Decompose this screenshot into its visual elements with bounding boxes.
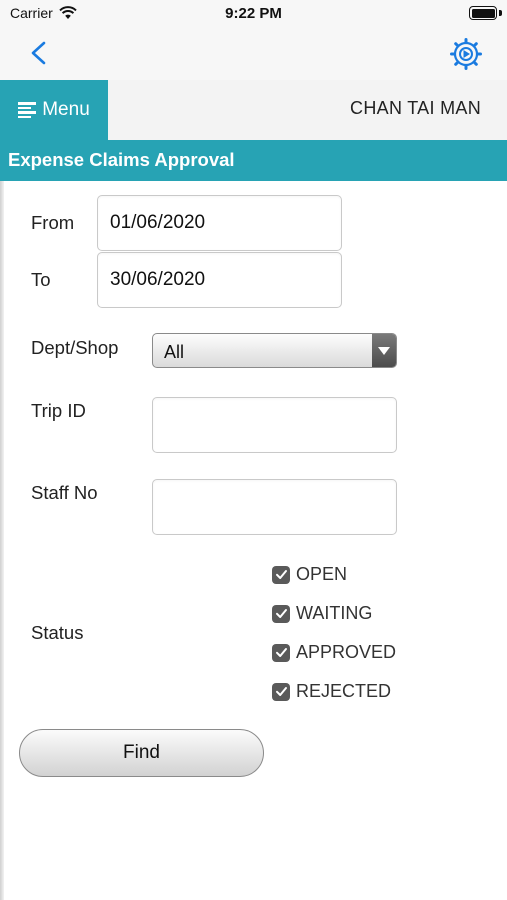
menu-label: Menu: [42, 99, 90, 120]
page-title: Expense Claims Approval: [8, 149, 235, 170]
left-edge-divider: [0, 181, 4, 900]
dept-label: Dept/Shop: [31, 337, 119, 358]
staff-no-input[interactable]: [152, 479, 397, 535]
status-label-open: OPEN: [296, 564, 348, 584]
status-checkbox-approved[interactable]: APPROVED: [272, 642, 396, 663]
battery-icon: [469, 6, 497, 20]
from-date-value: 01/06/2020: [110, 212, 206, 233]
title-bar: Expense Claims Approval: [0, 140, 507, 181]
from-label: From: [31, 212, 75, 233]
status-label-waiting: WAITING: [296, 603, 373, 623]
find-button-label: Find: [123, 742, 160, 763]
dept-select-value: All: [164, 342, 185, 362]
status-checkbox-rejected[interactable]: REJECTED: [272, 681, 391, 702]
status-time: 9:22 PM: [225, 5, 282, 22]
status-checkbox-open[interactable]: OPEN: [272, 564, 347, 585]
status-bar: Carrier 9:22 PM: [0, 0, 507, 26]
menu-button[interactable]: Menu: [0, 80, 108, 140]
checkbox-checked-icon: [272, 682, 290, 701]
to-date-field[interactable]: 30/06/2020: [97, 252, 342, 308]
from-date-field[interactable]: 01/06/2020: [97, 195, 342, 251]
navigation-bar: [0, 26, 507, 80]
trip-id-label: Trip ID: [31, 400, 86, 421]
chevron-left-icon[interactable]: [22, 36, 56, 70]
to-date-value: 30/06/2020: [110, 269, 206, 290]
checkbox-checked-icon: [272, 565, 290, 584]
user-name: CHAN TAI MAN: [350, 98, 481, 118]
status-checkbox-waiting[interactable]: WAITING: [272, 603, 372, 624]
staff-no-label: Staff No: [31, 482, 98, 503]
menu-icon: [18, 102, 37, 118]
gear-icon[interactable]: [449, 37, 483, 71]
checkbox-checked-icon: [272, 604, 290, 623]
find-button[interactable]: Find: [19, 729, 264, 777]
battery-tip: [499, 10, 502, 16]
checkbox-checked-icon: [272, 643, 290, 662]
trip-id-input[interactable]: [152, 397, 397, 453]
to-label: To: [31, 269, 51, 290]
dropdown-arrow-icon: [372, 334, 396, 367]
status-label-approved: APPROVED: [296, 642, 397, 662]
dept-select[interactable]: All: [152, 333, 397, 368]
app-header: Menu CHAN TAI MAN: [0, 80, 507, 140]
status-label-rejected: REJECTED: [296, 681, 392, 701]
status-label: Status: [31, 622, 84, 643]
